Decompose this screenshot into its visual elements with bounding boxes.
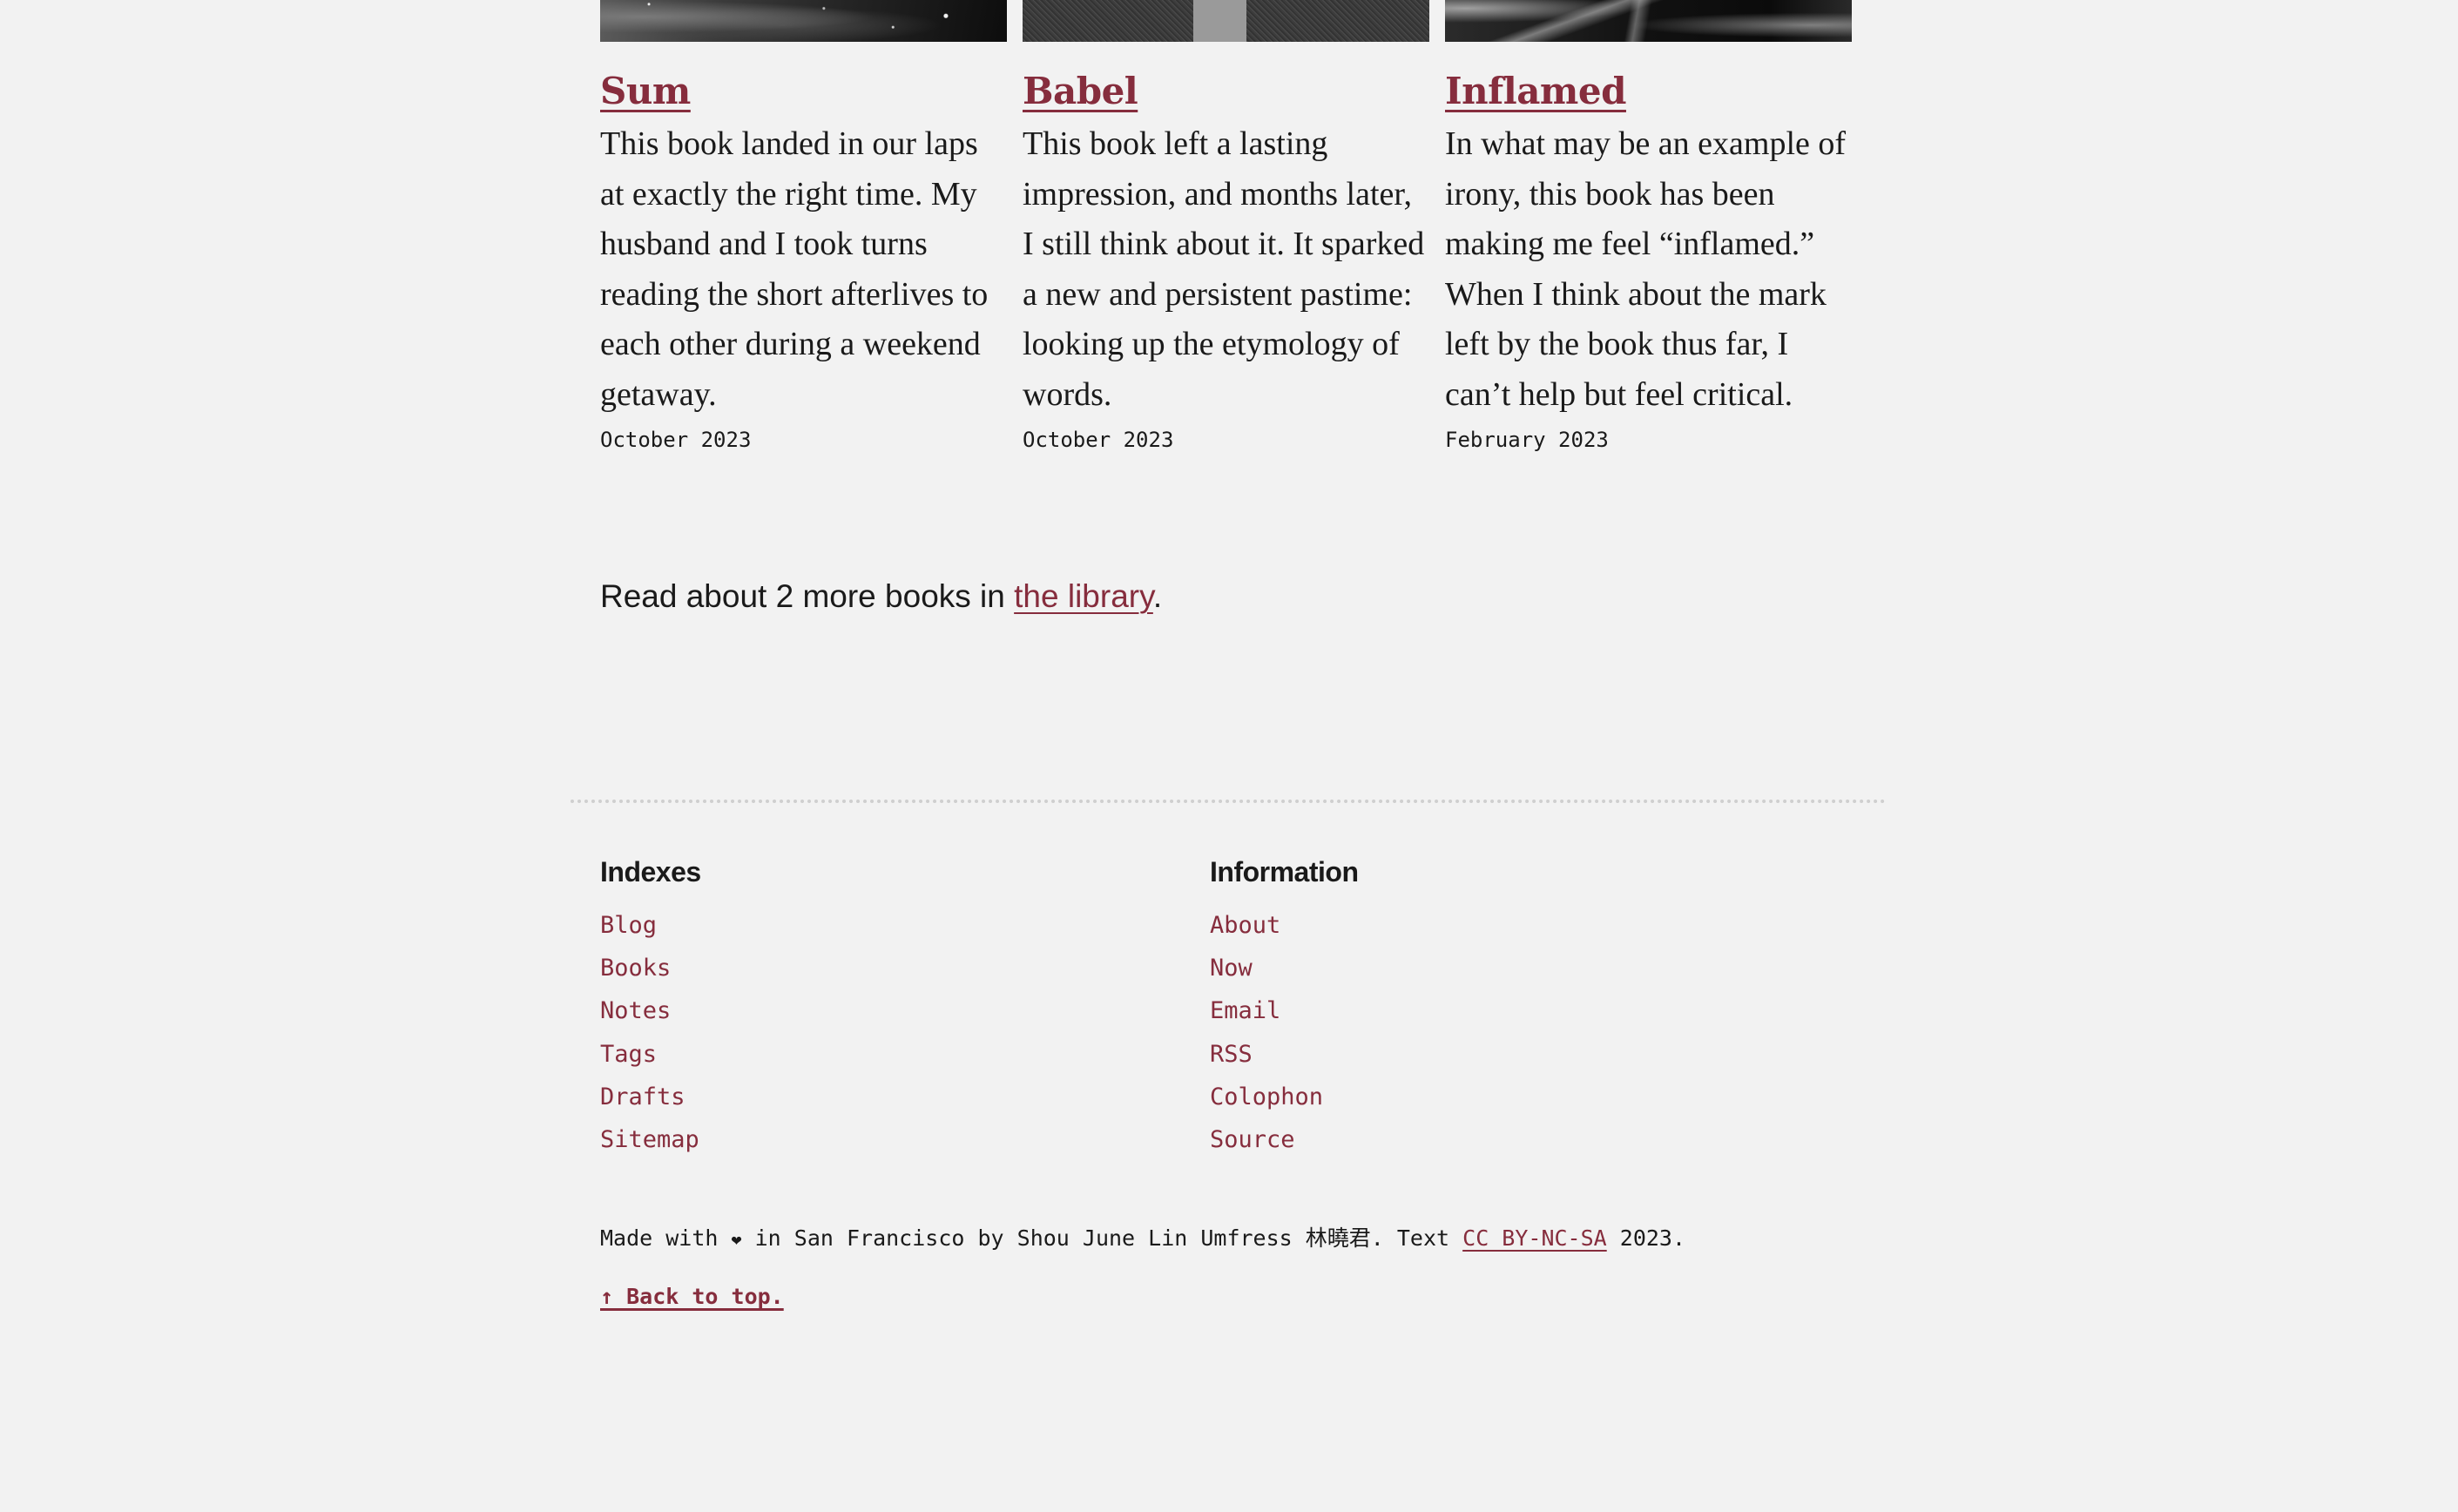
footer-link-source[interactable]: Source [1210,1126,1295,1153]
footer-item: Colophon [1210,1076,1358,1118]
book-card-inflamed: Inflamed In what may be an example of ir… [1445,0,1852,453]
footer-item: Sitemap [600,1118,701,1161]
footer-link-tags[interactable]: Tags [600,1041,657,1068]
library-link[interactable]: the library [1014,578,1153,614]
credits-year: 2023. [1606,1225,1686,1251]
credits-made-with: Made with [600,1225,732,1251]
book-title-link[interactable]: Sum [600,69,691,114]
footer-indexes: Indexes Blog Books Notes Tags Drafts Sit… [600,852,701,1161]
footer-divider [571,800,1886,803]
footer-information: Information About Now Email RSS Colophon… [1210,852,1359,1161]
footer-item: Email [1210,989,1358,1032]
footer-link-colophon[interactable]: Colophon [1210,1083,1323,1110]
book-grid: Sum This book landed in our laps at exac… [600,0,1852,453]
footer-link-books[interactable]: Books [600,955,671,982]
footer-link-rss[interactable]: RSS [1210,1041,1253,1068]
indexes-links: Blog Books Notes Tags Drafts Sitemap [600,904,701,1161]
footer-link-blog[interactable]: Blog [600,912,657,939]
footer-link-drafts[interactable]: Drafts [600,1083,685,1110]
footer-link-notes[interactable]: Notes [600,997,671,1024]
book-cover-image[interactable] [600,0,1007,42]
more-books-text: Read about 2 more books in the library. [600,573,1162,620]
footer-item: Blog [600,904,701,947]
information-links: About Now Email RSS Colophon Source [1210,904,1358,1161]
book-description: In what may be an example of irony, this… [1445,125,1847,413]
book-cover-image[interactable] [1023,0,1429,42]
book-date: October 2023 [1023,428,1174,452]
information-heading: Information [1210,856,1359,888]
footer-item: Books [600,947,701,989]
book-card-babel: Babel This book left a lasting impressio… [1023,0,1429,453]
footer-link-sitemap[interactable]: Sitemap [600,1126,699,1153]
book-cover-image[interactable] [1445,0,1852,42]
book-description: This book left a lasting impression, and… [1023,125,1425,413]
footer-item: Drafts [600,1076,701,1118]
footer-item: Tags [600,1033,701,1076]
footer-item: Source [1210,1118,1358,1161]
book-description: This book landed in our laps at exactly … [600,125,989,413]
book-card-sum: Sum This book landed in our laps at exac… [600,0,1007,453]
footer-item: Now [1210,947,1358,989]
book-title-link[interactable]: Inflamed [1445,69,1626,114]
book-date: February 2023 [1445,428,1609,452]
footer-credits: Made with ❤ in San Francisco by Shou Jun… [600,1224,1685,1254]
footer-link-email[interactable]: Email [1210,997,1280,1024]
license-link[interactable]: CC BY-NC-SA [1462,1225,1607,1251]
more-books-suffix: . [1152,578,1163,614]
heart-icon: ❤ [731,1229,742,1250]
footer-item: RSS [1210,1033,1358,1076]
more-books-prefix: Read about 2 more books in [600,578,1015,614]
footer-item: Notes [600,989,701,1032]
credits-author: in San Francisco by Shou June Lin Umfres… [741,1225,1463,1251]
back-to-top-link[interactable]: ↑ Back to top. [600,1282,784,1312]
footer-link-about[interactable]: About [1210,912,1280,939]
book-title-link[interactable]: Babel [1023,69,1138,114]
footer-item: About [1210,904,1358,947]
footer-link-now[interactable]: Now [1210,955,1253,982]
book-date: October 2023 [600,428,752,452]
indexes-heading: Indexes [600,856,701,888]
